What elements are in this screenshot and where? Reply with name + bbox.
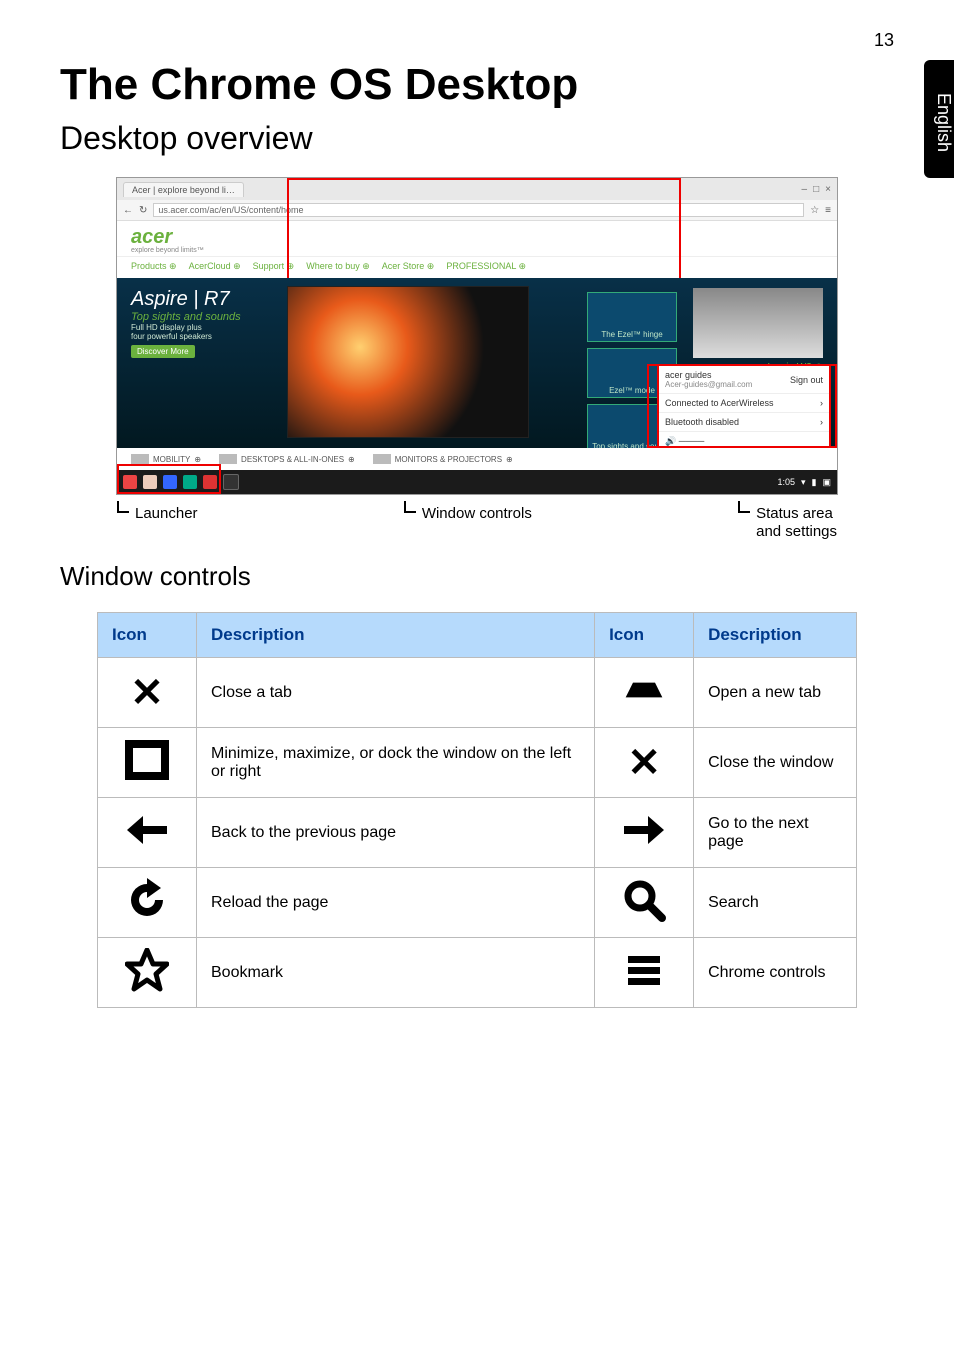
anno-status-2: and settings xyxy=(756,523,837,540)
chevron-icon: › xyxy=(820,398,823,408)
table-row: Bookmark Chrome controls xyxy=(98,938,857,1008)
site-nav: Products ⊕ AcerCloud ⊕ Support ⊕ Where t… xyxy=(117,257,837,278)
carousel-monitors[interactable]: MONITORS & PROJECTORS xyxy=(395,455,502,464)
table-row: Reload the page Search xyxy=(98,868,857,938)
page-number: 13 xyxy=(874,30,894,51)
site-header: acer explore beyond limits™ xyxy=(117,221,837,257)
desc-search: Search xyxy=(694,868,857,938)
window-max-icon[interactable]: □ xyxy=(813,184,819,195)
shelf-battery-icon[interactable]: ▮ xyxy=(812,477,817,488)
shelf-wifi-icon[interactable]: ▾ xyxy=(801,477,806,488)
wifi-status[interactable]: Connected to AcerWireless xyxy=(665,398,774,408)
hero-image xyxy=(287,286,529,438)
anno-status-1: Status area xyxy=(756,505,833,522)
acer-tagline: explore beyond limits™ xyxy=(131,247,823,254)
status-popup[interactable]: acer guides Acer-guides@gmail.com Sign o… xyxy=(657,364,831,448)
signout-link[interactable]: Sign out xyxy=(790,375,823,385)
browser-tabstrip: Acer | explore beyond li… – □ × xyxy=(117,178,837,200)
page-title: The Chrome OS Desktop xyxy=(60,60,894,110)
chrome-shelf: 1:05 ▾ ▮ ▣ xyxy=(117,470,837,494)
hero-banner: Aspire | R7 Top sights and sounds Full H… xyxy=(117,278,837,448)
menu-icon[interactable]: ≡ xyxy=(825,205,831,216)
forward-arrow-icon xyxy=(622,808,666,852)
chevron-icon: › xyxy=(820,417,823,427)
section-overview: Desktop overview xyxy=(60,120,894,157)
chrome-menu-icon xyxy=(622,948,666,992)
table-row: Minimize, maximize, or dock the window o… xyxy=(98,728,857,798)
hero-line1: Full HD display plus xyxy=(131,323,241,332)
th-desc-right: Description xyxy=(694,613,857,658)
hero-subtitle: Top sights and sounds xyxy=(131,311,241,323)
desc-new-tab: Open a new tab xyxy=(694,658,857,728)
nav-acer-store[interactable]: Acer Store ⊕ xyxy=(382,261,435,272)
shelf-app-youtube[interactable] xyxy=(203,475,217,489)
th-icon-left: Icon xyxy=(98,613,197,658)
desc-back: Back to the previous page xyxy=(197,798,595,868)
window-controls-table: Icon Description Icon Description ✕ Clos… xyxy=(97,612,857,1008)
desc-reload: Reload the page xyxy=(197,868,595,938)
new-tab-icon xyxy=(622,668,666,712)
table-row: ✕ Close a tab Open a new tab xyxy=(98,658,857,728)
window-close-icon[interactable]: × xyxy=(825,184,831,195)
nav-professional[interactable]: PROFESSIONAL ⊕ xyxy=(446,261,526,272)
desktop-screenshot: Acer | explore beyond li… – □ × ← ↻ us.a… xyxy=(116,177,838,495)
annotation-row: Launcher Window controls Status areaand … xyxy=(117,505,837,541)
hero-line2: four powerful speakers xyxy=(131,332,241,341)
status-email: Acer-guides@gmail.com xyxy=(665,380,752,389)
hero-product-image xyxy=(693,288,823,358)
hero-thumb-ezel-hinge[interactable]: The Ezel™ hinge xyxy=(587,292,677,342)
desc-close-tab: Close a tab xyxy=(197,658,595,728)
carousel-mobility[interactable]: MOBILITY xyxy=(153,455,190,464)
table-row: Back to the previous page Go to the next… xyxy=(98,798,857,868)
acer-logo: acer xyxy=(131,227,823,247)
nav-products[interactable]: Products ⊕ xyxy=(131,261,177,272)
anno-launcher: Launcher xyxy=(135,505,198,523)
desc-close-window: Close the window xyxy=(694,728,857,798)
desc-window-state: Minimize, maximize, or dock the window o… xyxy=(197,728,595,798)
volume-icon[interactable]: 🔊 ──── xyxy=(665,436,704,447)
back-icon[interactable]: ← xyxy=(123,205,133,216)
nav-where-to-buy[interactable]: Where to buy ⊕ xyxy=(306,261,370,272)
shelf-app-gmail[interactable] xyxy=(143,475,157,489)
shelf-avatar-icon[interactable]: ▣ xyxy=(822,477,831,488)
close-window-icon: ✕ xyxy=(627,743,661,783)
shelf-app-search[interactable] xyxy=(163,475,177,489)
window-state-icon xyxy=(125,738,169,782)
nav-acercloud[interactable]: AcerCloud ⊕ xyxy=(189,261,241,272)
shelf-time[interactable]: 1:05 xyxy=(777,477,795,487)
star-icon[interactable]: ☆ xyxy=(810,205,819,216)
desc-bookmark: Bookmark xyxy=(197,938,595,1008)
language-tab: English xyxy=(924,60,954,178)
th-desc-left: Description xyxy=(197,613,595,658)
url-field[interactable]: us.acer.com/ac/en/US/content/home xyxy=(153,203,804,217)
shelf-app-docs[interactable] xyxy=(183,475,197,489)
reload-page-icon xyxy=(125,878,169,922)
th-icon-right: Icon xyxy=(595,613,694,658)
window-min-icon[interactable]: – xyxy=(802,184,808,195)
section-window-controls: Window controls xyxy=(60,561,894,592)
search-icon xyxy=(622,878,666,922)
carousel-desktops[interactable]: DESKTOPS & ALL-IN-ONES xyxy=(241,455,344,464)
desc-chrome-controls: Chrome controls xyxy=(694,938,857,1008)
close-tab-icon: ✕ xyxy=(130,673,164,713)
shelf-app-launcher[interactable] xyxy=(223,474,239,490)
reload-icon[interactable]: ↻ xyxy=(139,205,147,216)
discover-more-button[interactable]: Discover More xyxy=(131,345,195,358)
product-carousel: MOBILITY ⊕ DESKTOPS & ALL-IN-ONES ⊕ MONI… xyxy=(117,448,837,470)
nav-support[interactable]: Support ⊕ xyxy=(253,261,295,272)
back-arrow-icon xyxy=(125,808,169,852)
browser-tab[interactable]: Acer | explore beyond li… xyxy=(123,182,244,197)
bookmark-star-icon xyxy=(125,948,169,992)
anno-window-controls: Window controls xyxy=(422,505,532,523)
address-bar: ← ↻ us.acer.com/ac/en/US/content/home ☆ … xyxy=(117,200,837,221)
bluetooth-status[interactable]: Bluetooth disabled xyxy=(665,417,739,427)
status-user: acer guides xyxy=(665,370,752,380)
hero-product: Aspire | R7 xyxy=(131,288,241,311)
desc-forward: Go to the next page xyxy=(694,798,857,868)
shelf-app-chrome[interactable] xyxy=(123,475,137,489)
